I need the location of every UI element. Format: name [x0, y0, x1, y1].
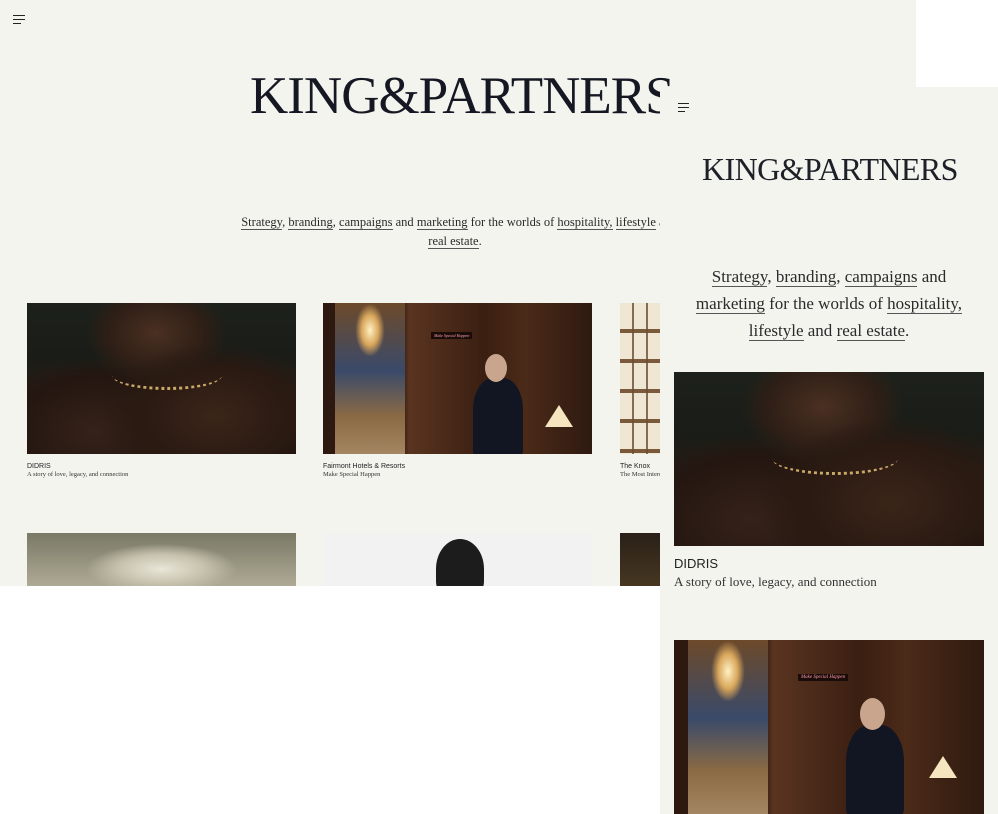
- necklace-graphic: [112, 361, 222, 390]
- lamp-graphic: [545, 405, 573, 427]
- hotel-neon-sign: Make Special Happen: [431, 332, 473, 339]
- hotel-neon-sign: Make Special Happen: [798, 674, 849, 681]
- tagline-text: for the worlds of: [467, 215, 558, 229]
- tagline-text: .: [478, 234, 482, 248]
- link-hospitality[interactable]: hospitality,: [557, 215, 613, 230]
- link-hospitality[interactable]: hospitality,: [887, 294, 963, 314]
- link-branding[interactable]: branding: [288, 215, 333, 230]
- project-image-row2-1[interactable]: [27, 533, 296, 586]
- project-card-didris[interactable]: DIDRIS A story of love, legacy, and conn…: [27, 303, 296, 478]
- link-real-estate[interactable]: real estate: [836, 321, 905, 341]
- link-campaigns[interactable]: campaigns: [339, 215, 393, 230]
- link-real-estate[interactable]: real estate: [428, 234, 479, 249]
- link-strategy[interactable]: Strategy: [711, 267, 768, 287]
- link-marketing[interactable]: marketing: [695, 294, 765, 314]
- tagline: Strategy, branding, campaigns and market…: [220, 213, 690, 251]
- necklace-graphic: [772, 442, 898, 475]
- tagline: Strategy, branding, campaigns and market…: [690, 263, 968, 344]
- project-card-fairmont[interactable]: Make Special Happen Fairmont Hotels & Re…: [323, 303, 592, 478]
- project-card-didris[interactable]: DIDRIS A story of love, legacy, and conn…: [674, 372, 984, 590]
- project-title[interactable]: DIDRIS: [674, 556, 984, 571]
- site-logo[interactable]: KING&PARTNERS: [250, 70, 675, 123]
- tagline-text: and: [803, 321, 837, 340]
- tagline-text: and: [392, 215, 417, 229]
- tagline-text: ,: [836, 267, 845, 286]
- project-subtitle: Make Special Happen: [323, 471, 381, 478]
- link-marketing[interactable]: marketing: [416, 215, 468, 230]
- link-strategy[interactable]: Strategy: [241, 215, 283, 230]
- link-lifestyle[interactable]: lifestyle: [748, 321, 804, 341]
- mobile-view: KING&PARTNERS Strategy, branding, campai…: [660, 87, 998, 814]
- portrait-graphic: [436, 539, 484, 586]
- lobby-graphic: [688, 640, 768, 814]
- project-image-didris[interactable]: [674, 372, 984, 546]
- project-image-row2-2[interactable]: [323, 533, 592, 586]
- project-subtitle: A story of love, legacy, and connection: [674, 574, 877, 589]
- project-title[interactable]: Fairmont Hotels & Resorts: [323, 463, 592, 470]
- hamburger-menu-icon[interactable]: [13, 15, 25, 27]
- project-image-fairmont[interactable]: Make Special Happen: [674, 640, 984, 814]
- person-graphic: [473, 378, 523, 454]
- tagline-text: .: [905, 321, 910, 340]
- link-campaigns[interactable]: campaigns: [844, 267, 918, 287]
- hamburger-menu-icon[interactable]: [678, 103, 689, 115]
- project-image-fairmont[interactable]: Make Special Happen: [323, 303, 592, 454]
- tagline-text: ,: [767, 267, 776, 286]
- site-logo[interactable]: KING&PARTNERS: [702, 153, 958, 185]
- person-graphic: [846, 725, 904, 814]
- lobby-graphic: [335, 303, 405, 454]
- project-title[interactable]: DIDRIS: [27, 463, 296, 470]
- lamp-graphic: [929, 756, 957, 778]
- tagline-text: and: [917, 267, 947, 286]
- person-head-graphic: [860, 698, 885, 730]
- link-branding[interactable]: branding: [775, 267, 837, 287]
- project-subtitle: A story of love, legacy, and connection: [27, 471, 129, 478]
- link-lifestyle[interactable]: lifestyle: [615, 215, 656, 230]
- tagline-text: for the worlds of: [764, 294, 888, 313]
- project-image-didris[interactable]: [27, 303, 296, 454]
- person-head-graphic: [485, 354, 507, 382]
- project-card-fairmont[interactable]: Make Special Happen: [674, 640, 984, 814]
